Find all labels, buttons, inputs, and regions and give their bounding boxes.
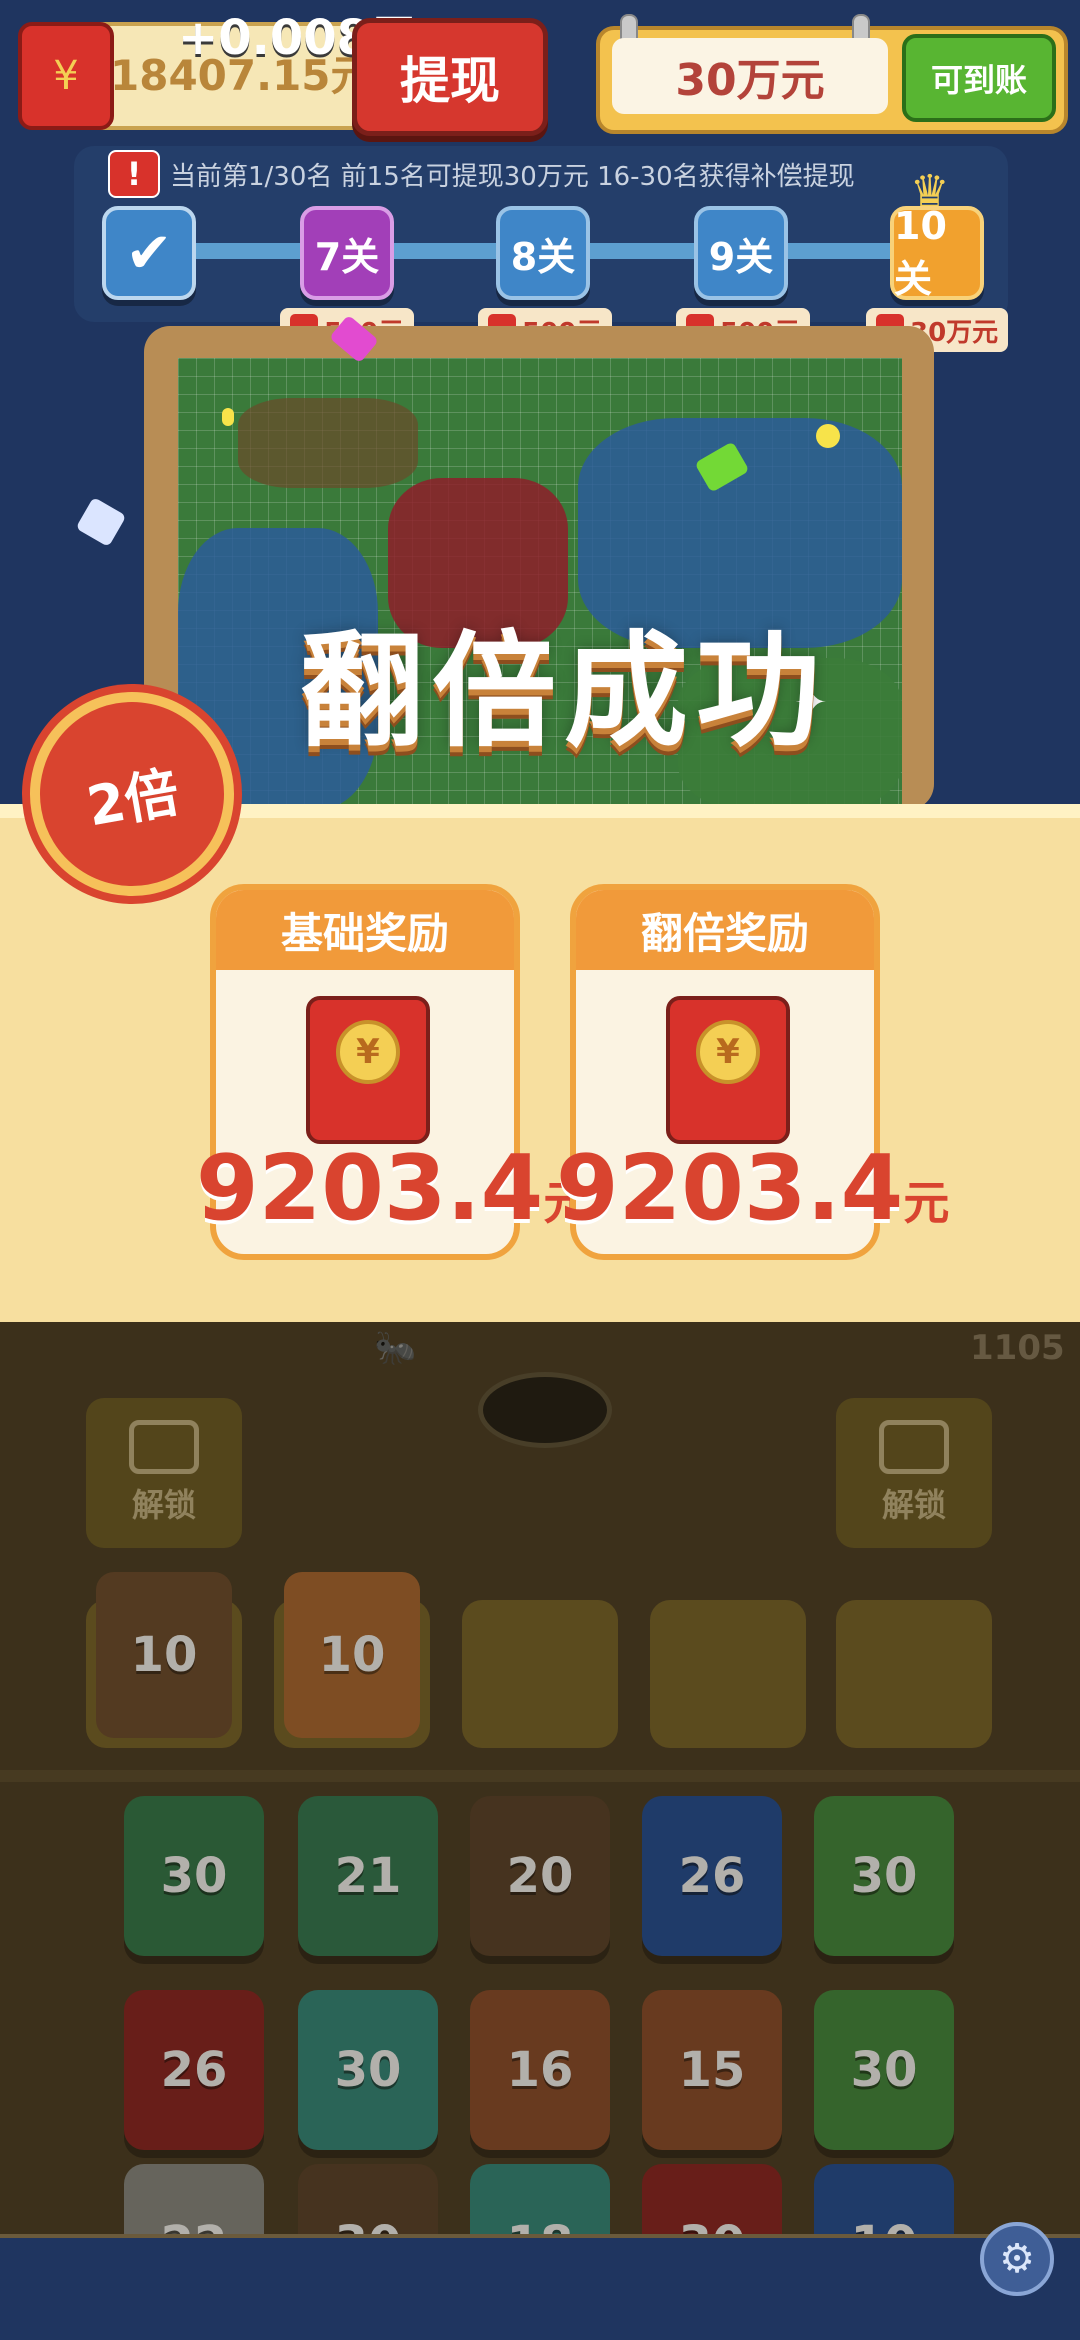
dim-overlay	[0, 1322, 1080, 2340]
gear-icon[interactable]: ⚙	[980, 2222, 1054, 2296]
red-envelope-icon: ¥	[666, 996, 790, 1144]
level-10[interactable]: 10关	[890, 204, 984, 301]
withdraw-button[interactable]: 提现	[352, 18, 548, 136]
confetti	[75, 496, 127, 548]
level-8[interactable]: 8关	[496, 206, 590, 300]
prize-amount: 30万元	[612, 38, 888, 114]
confetti	[816, 424, 840, 448]
level-9[interactable]: 9关	[694, 206, 788, 300]
confetti	[222, 408, 234, 426]
base-reward-amount: 9203.4元	[196, 1136, 590, 1241]
bottom-bar	[0, 2238, 1080, 2340]
alert-icon: !	[108, 150, 160, 198]
check-icon: ✔	[125, 220, 173, 286]
yuan-coin-icon: ¥	[696, 1020, 760, 1084]
success-title: 翻倍成功	[300, 620, 829, 764]
rank-info: 当前第1/30名 前15名可提现30万元 16-30名获得补偿提现	[170, 162, 855, 192]
arrive-button[interactable]: 可到账	[902, 34, 1056, 122]
double-reward-amount: 9203.4元	[556, 1136, 950, 1241]
red-envelope-icon: ¥	[306, 996, 430, 1144]
level-7[interactable]: 7关	[300, 206, 394, 300]
card-title: 基础奖励	[216, 890, 514, 970]
card-title: 翻倍奖励	[576, 890, 874, 970]
red-envelope-icon: ¥	[18, 22, 114, 130]
board-region	[238, 398, 418, 488]
yuan-coin-icon: ¥	[336, 1020, 400, 1084]
crown-icon: ♛	[910, 166, 950, 217]
level-done-badge: ✔	[102, 206, 196, 300]
